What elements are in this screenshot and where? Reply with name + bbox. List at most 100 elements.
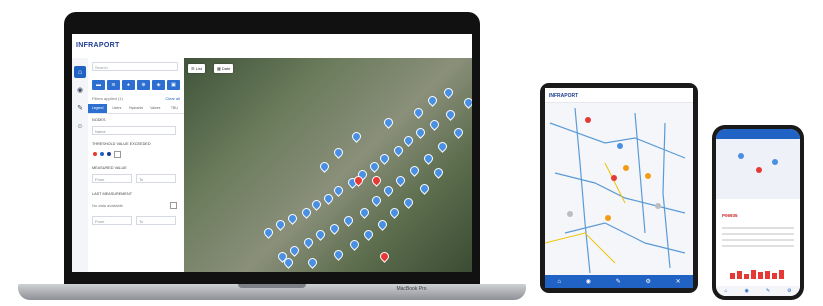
- tablet-marker[interactable]: [617, 143, 623, 149]
- map-marker-blue[interactable]: [306, 256, 319, 269]
- map-marker-blue[interactable]: [412, 106, 425, 119]
- map-marker-blue[interactable]: [314, 228, 327, 241]
- no-data-checkbox[interactable]: [170, 202, 177, 209]
- hydrant-type-button[interactable]: ♠: [122, 80, 135, 90]
- measured-from-field[interactable]: From: [92, 174, 132, 183]
- map-marker-blue[interactable]: [332, 146, 345, 159]
- threshold-navy-dot[interactable]: [107, 152, 111, 156]
- map-marker-blue[interactable]: [350, 130, 363, 143]
- threshold-red-dot[interactable]: [93, 152, 97, 156]
- map-marker-blue[interactable]: [388, 206, 401, 219]
- tablet-marker[interactable]: [605, 215, 611, 221]
- tablet-map[interactable]: [545, 103, 693, 275]
- map-marker-blue[interactable]: [444, 108, 457, 121]
- map-marker-blue[interactable]: [318, 160, 331, 173]
- tablet-marker[interactable]: [645, 173, 651, 179]
- eye-icon[interactable]: ◉: [744, 288, 748, 294]
- tab-legend[interactable]: Legend: [88, 104, 108, 113]
- date-to-field[interactable]: To: [136, 216, 176, 225]
- map-marker-blue[interactable]: [382, 184, 395, 197]
- home-icon[interactable]: ⌂: [724, 288, 727, 294]
- measured-to-field[interactable]: To: [136, 174, 176, 183]
- phone-chart-bar: [744, 274, 749, 279]
- eye-icon[interactable]: ◉: [586, 278, 591, 285]
- map-marker-blue[interactable]: [402, 196, 415, 209]
- map-marker-blue[interactable]: [362, 228, 375, 241]
- map-marker-blue[interactable]: [342, 214, 355, 227]
- map-marker-red[interactable]: [378, 250, 391, 263]
- map-marker-blue[interactable]: [332, 248, 345, 261]
- list-button[interactable]: ☰ List: [188, 64, 205, 73]
- clear-all-link[interactable]: Clear all: [165, 96, 180, 101]
- tablet-marker[interactable]: [623, 165, 629, 171]
- map-marker-blue[interactable]: [428, 118, 441, 131]
- map-marker-blue[interactable]: [310, 198, 323, 211]
- valve-type-button[interactable]: ⊕: [137, 80, 150, 90]
- tablet-marker[interactable]: [567, 211, 573, 217]
- map-marker-blue[interactable]: [436, 140, 449, 153]
- map-marker-blue[interactable]: [418, 182, 431, 195]
- phone-map[interactable]: [716, 139, 800, 199]
- phone-marker[interactable]: [738, 153, 744, 159]
- map-marker-blue[interactable]: [328, 222, 341, 235]
- home-icon[interactable]: ⌂: [557, 279, 561, 285]
- threshold-blue-dot[interactable]: [100, 152, 104, 156]
- map-marker-blue[interactable]: [286, 212, 299, 225]
- search-input[interactable]: Search: [92, 62, 178, 71]
- users-icon[interactable]: ☺: [74, 120, 86, 132]
- nodes-name-field[interactable]: Name: [92, 126, 176, 135]
- tablet-marker[interactable]: [585, 117, 591, 123]
- map-marker-blue[interactable]: [382, 116, 395, 129]
- map-marker-blue[interactable]: [332, 184, 345, 197]
- pencil-icon[interactable]: ✎: [616, 278, 621, 285]
- threshold-label: Threshold value exceeded: [92, 142, 151, 146]
- map-marker-blue[interactable]: [442, 86, 455, 99]
- pencil-icon[interactable]: ✎: [74, 102, 86, 114]
- map-marker-blue[interactable]: [368, 160, 381, 173]
- map-marker-blue[interactable]: [348, 238, 361, 251]
- map-marker-blue[interactable]: [394, 174, 407, 187]
- map-marker-blue[interactable]: [408, 164, 421, 177]
- pencil-icon[interactable]: ✎: [766, 288, 770, 294]
- map-marker-blue[interactable]: [462, 96, 472, 109]
- sensor-type-button[interactable]: ◈: [152, 80, 165, 90]
- meter-type-button[interactable]: ▣: [167, 80, 180, 90]
- date-from-field[interactable]: From: [92, 216, 132, 225]
- pipe-type-button[interactable]: ▬: [92, 80, 105, 90]
- tab-tbu[interactable]: TBU: [165, 104, 184, 113]
- tab-hydrants[interactable]: Hydrants: [126, 104, 145, 113]
- map-marker-blue[interactable]: [358, 206, 371, 219]
- eye-icon[interactable]: ◉: [74, 84, 86, 96]
- date-button[interactable]: ▦ Date: [214, 64, 234, 73]
- map-marker-blue[interactable]: [376, 218, 389, 231]
- tablet-marker[interactable]: [655, 203, 661, 209]
- map-marker-blue[interactable]: [274, 218, 287, 231]
- map-marker-blue[interactable]: [288, 244, 301, 257]
- settings-icon[interactable]: ⚙: [645, 278, 650, 285]
- threshold-checkbox[interactable]: [114, 151, 121, 158]
- home-icon[interactable]: ⌂: [74, 66, 86, 78]
- tab-users[interactable]: Users: [107, 104, 126, 113]
- tablet-marker[interactable]: [611, 175, 617, 181]
- map-marker-blue[interactable]: [426, 94, 439, 107]
- map-marker-blue[interactable]: [402, 134, 415, 147]
- map-marker-red[interactable]: [370, 174, 383, 187]
- settings-icon[interactable]: ⚙: [787, 288, 791, 294]
- map-marker-blue[interactable]: [422, 152, 435, 165]
- map-marker-blue[interactable]: [414, 126, 427, 139]
- map-marker-blue[interactable]: [432, 166, 445, 179]
- map-view[interactable]: ☰ List ▦ Date: [184, 58, 472, 272]
- wifi-type-button[interactable]: ≋: [107, 80, 120, 90]
- phone-marker[interactable]: [756, 167, 762, 173]
- tools-icon[interactable]: ✕: [676, 278, 681, 285]
- map-marker-blue[interactable]: [370, 194, 383, 207]
- map-marker-blue[interactable]: [300, 206, 313, 219]
- phone-marker[interactable]: [772, 159, 778, 165]
- map-marker-blue[interactable]: [392, 144, 405, 157]
- map-marker-blue[interactable]: [262, 226, 275, 239]
- map-marker-blue[interactable]: [322, 192, 335, 205]
- map-marker-blue[interactable]: [452, 126, 465, 139]
- tab-valves[interactable]: Valves: [146, 104, 165, 113]
- map-marker-blue[interactable]: [378, 152, 391, 165]
- map-marker-blue[interactable]: [302, 236, 315, 249]
